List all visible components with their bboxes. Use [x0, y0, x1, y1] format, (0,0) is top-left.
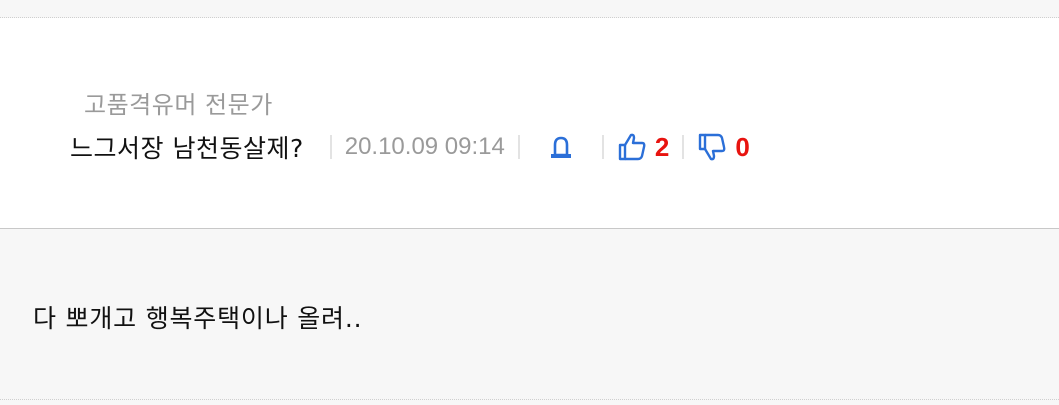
- author-nickname[interactable]: 느그서장 남천동살제?: [70, 129, 304, 165]
- separator: [517, 135, 520, 159]
- thumbs-up-icon: [618, 133, 646, 161]
- separator: [601, 135, 604, 159]
- bottom-divider: [0, 399, 1059, 400]
- comment-page: 고품격유머 전문가 느그서장 남천동살제? 20.10.09 09:14 2 0…: [0, 0, 1059, 405]
- comment-date: 20.10.09 09:14: [344, 133, 505, 160]
- separator: [682, 135, 685, 159]
- author-title: 고품격유머 전문가: [84, 91, 273, 119]
- dislike-count: 0: [735, 131, 750, 162]
- dislike-button[interactable]: 0: [697, 131, 750, 163]
- siren-icon: [550, 136, 571, 158]
- comment-header: 고품격유머 전문가 느그서장 남천동살제? 20.10.09 09:14 2 0: [0, 18, 1059, 229]
- like-count: 2: [654, 131, 670, 162]
- like-button[interactable]: 2: [617, 132, 669, 163]
- comment-text: 다 뽀개고 행복주택이나 올려..: [33, 304, 363, 333]
- separator: [329, 135, 332, 159]
- comment-meta-row: 느그서장 남천동살제? 20.10.09 09:14 2 0: [70, 128, 750, 166]
- comment-body: 다 뽀개고 행복주택이나 올려..: [0, 229, 1059, 399]
- thumbs-down-icon: [699, 133, 726, 161]
- top-divider: [0, 0, 1059, 18]
- report-button[interactable]: [533, 133, 589, 161]
